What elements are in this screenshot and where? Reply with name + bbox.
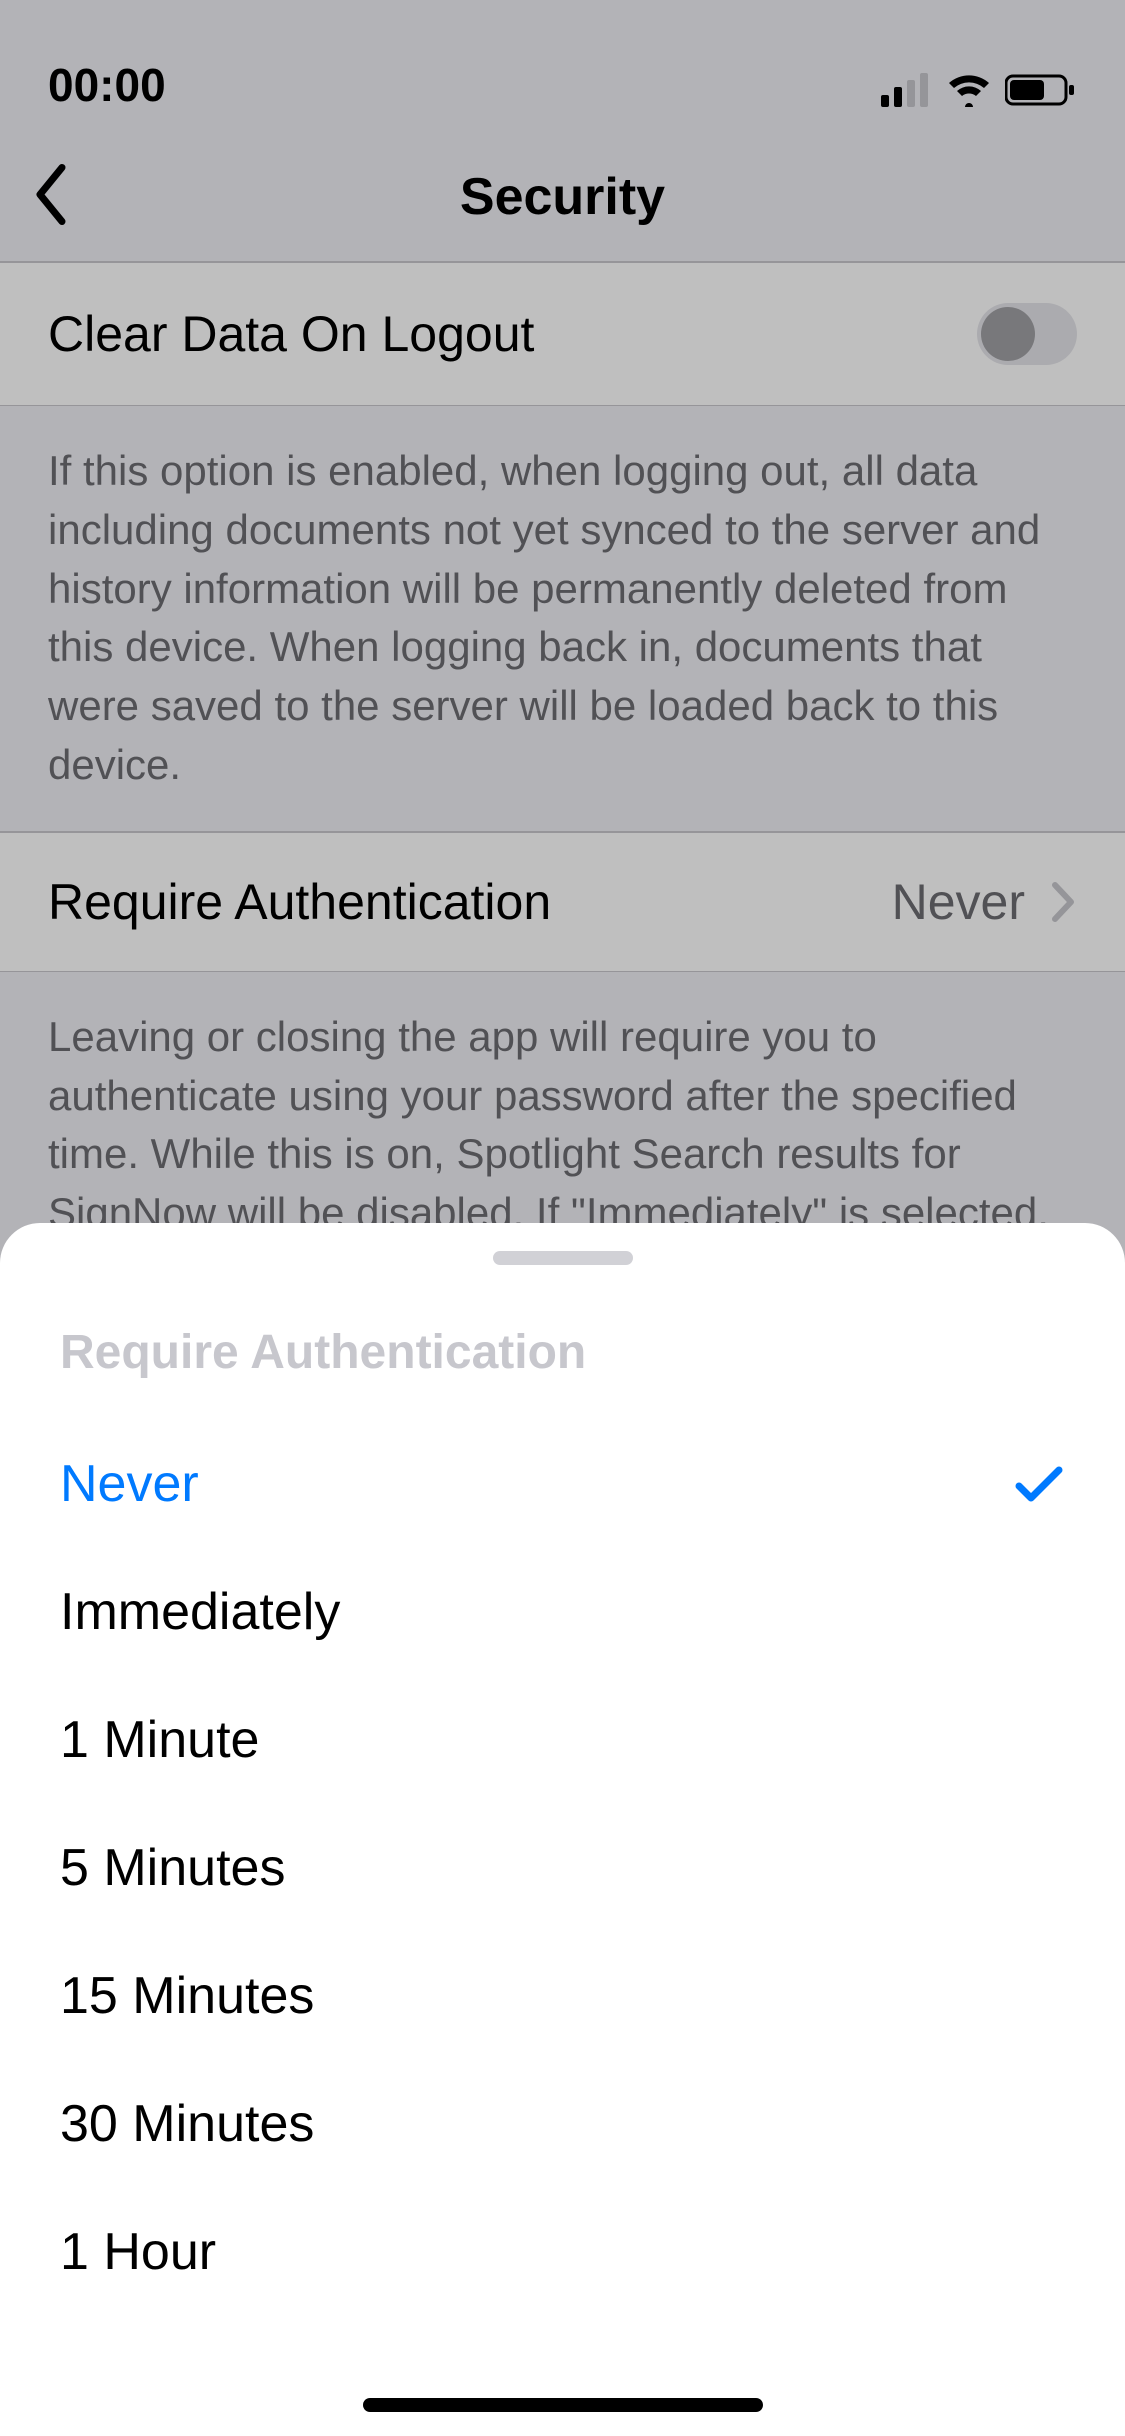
- option-label: 15 Minutes: [60, 1966, 314, 2026]
- checkmark-icon: [1013, 1464, 1065, 1504]
- option-label: 30 Minutes: [60, 2094, 314, 2154]
- require-auth-sheet: Require Authentication Never Immediately 1…: [0, 1223, 1125, 2436]
- option-label: Never: [60, 1454, 199, 1514]
- option-label: 1 Hour: [60, 2222, 216, 2282]
- option-label: 5 Minutes: [60, 1838, 285, 1898]
- option-label: 1 Minute: [60, 1710, 259, 1770]
- auth-option[interactable]: 30 Minutes: [0, 2060, 1125, 2188]
- auth-option[interactable]: 1 Hour: [0, 2188, 1125, 2316]
- sheet-title: Require Authentication: [0, 1325, 1125, 1420]
- auth-option[interactable]: 15 Minutes: [0, 1932, 1125, 2060]
- auth-option[interactable]: 5 Minutes: [0, 1804, 1125, 1932]
- auth-option[interactable]: Never: [0, 1420, 1125, 1548]
- home-indicator[interactable]: [363, 2398, 763, 2412]
- auth-option[interactable]: 1 Minute: [0, 1676, 1125, 1804]
- auth-option[interactable]: Immediately: [0, 1548, 1125, 1676]
- sheet-grabber[interactable]: [493, 1251, 633, 1265]
- option-label: Immediately: [60, 1582, 340, 1642]
